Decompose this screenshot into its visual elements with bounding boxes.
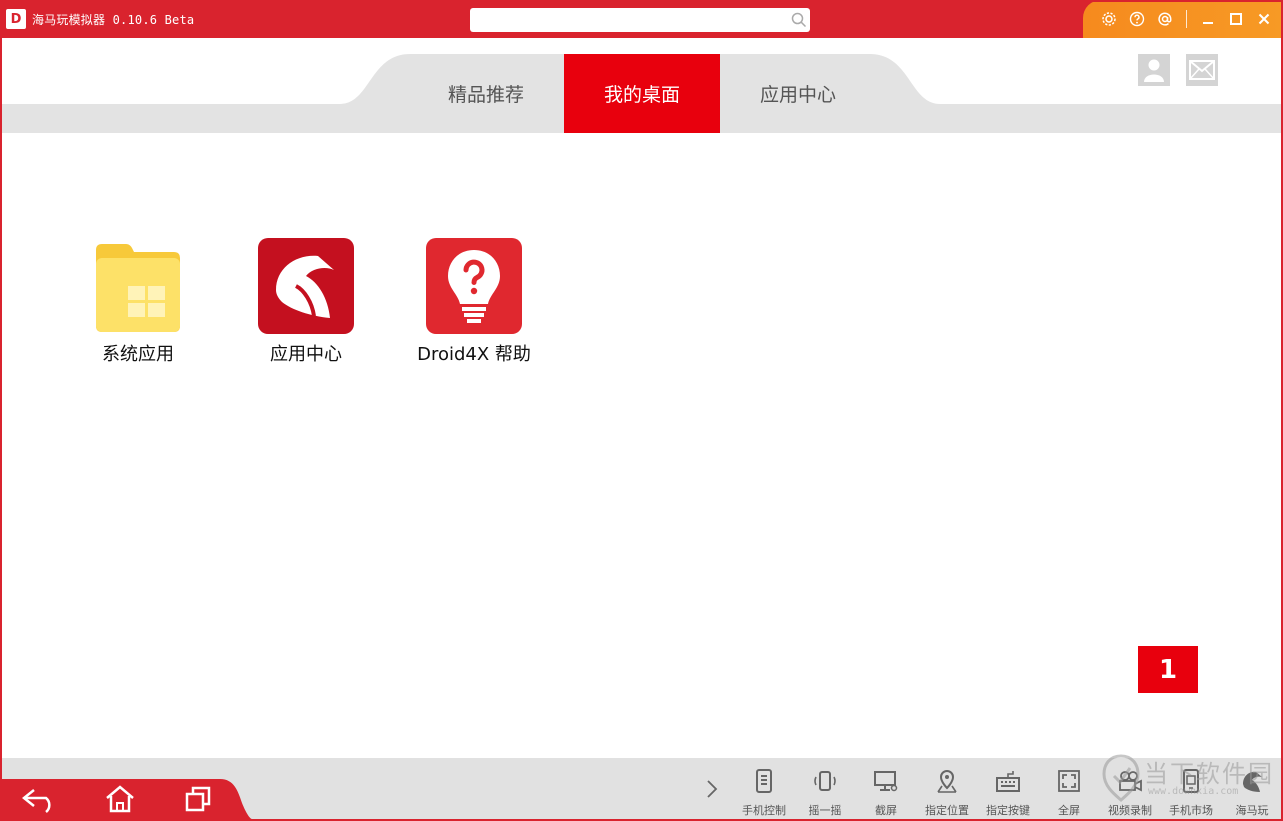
desktop-app-droid4x-help[interactable]: Droid4X 帮助 xyxy=(394,238,554,366)
keyboard-icon xyxy=(996,771,1020,792)
page-number-badge: 1 xyxy=(1138,646,1198,693)
video-record-icon xyxy=(1119,771,1142,792)
help-icon[interactable] xyxy=(1128,10,1146,28)
tool-phone-control[interactable]: 手机控制 xyxy=(734,764,794,820)
app-label: 应用中心 xyxy=(270,344,342,365)
user-avatar-icon[interactable] xyxy=(1138,54,1170,86)
fullscreen-icon xyxy=(1058,770,1080,792)
tool-shake[interactable]: 摇一摇 xyxy=(795,764,855,820)
tab-featured[interactable]: 精品推荐 xyxy=(408,54,564,133)
tool-screenshot[interactable]: 截屏 xyxy=(856,764,916,820)
screenshot-icon xyxy=(874,771,898,792)
title-separator xyxy=(1186,10,1187,28)
tool-location[interactable]: 指定位置 xyxy=(917,764,977,820)
app-title: 海马玩模拟器 0.10.6 Beta xyxy=(32,12,195,27)
tool-video-record[interactable]: 视频录制 xyxy=(1100,764,1160,820)
tab-my-desktop[interactable]: 我的桌面 xyxy=(564,54,720,133)
haima-icon xyxy=(1243,771,1262,792)
home-icon[interactable] xyxy=(100,782,140,816)
folder-icon xyxy=(92,238,184,334)
maximize-icon[interactable] xyxy=(1227,10,1245,28)
chevron-right-icon[interactable] xyxy=(702,778,722,800)
main-tabs: 精品推荐 我的桌面 应用中心 xyxy=(408,54,876,133)
app-label: 系统应用 xyxy=(102,344,174,365)
app-center-icon xyxy=(258,238,354,334)
close-icon[interactable] xyxy=(1255,10,1273,28)
tool-market[interactable]: 手机市场 xyxy=(1161,764,1221,820)
help-bulb-icon xyxy=(426,238,522,334)
mail-icon[interactable] xyxy=(1186,54,1218,86)
tool-haima[interactable]: 海马玩 xyxy=(1222,764,1282,820)
tool-key-mapping[interactable]: 指定按键 xyxy=(978,764,1038,820)
back-icon[interactable] xyxy=(20,782,60,816)
search-input[interactable] xyxy=(470,8,810,32)
recent-apps-icon[interactable] xyxy=(178,782,218,816)
market-icon xyxy=(1183,769,1199,793)
desktop-app-system[interactable]: 系统应用 xyxy=(58,238,218,366)
tool-fullscreen[interactable]: 全屏 xyxy=(1039,764,1099,820)
phone-control-icon xyxy=(756,769,772,793)
app-label: Droid4X 帮助 xyxy=(417,344,531,365)
tab-app-center[interactable]: 应用中心 xyxy=(720,54,876,133)
title-left: D 海马玩模拟器 0.10.6 Beta xyxy=(0,0,194,38)
app-logo-icon: D xyxy=(6,9,26,29)
settings-icon[interactable] xyxy=(1100,10,1118,28)
location-icon xyxy=(937,769,957,793)
shake-icon xyxy=(814,771,836,791)
minimize-icon[interactable] xyxy=(1199,10,1217,28)
search-icon[interactable] xyxy=(790,11,808,29)
title-controls xyxy=(1083,0,1283,38)
at-icon[interactable] xyxy=(1156,10,1174,28)
title-bar: D 海马玩模拟器 0.10.6 Beta xyxy=(0,0,1283,38)
desktop-app-app-center[interactable]: 应用中心 xyxy=(226,238,386,366)
